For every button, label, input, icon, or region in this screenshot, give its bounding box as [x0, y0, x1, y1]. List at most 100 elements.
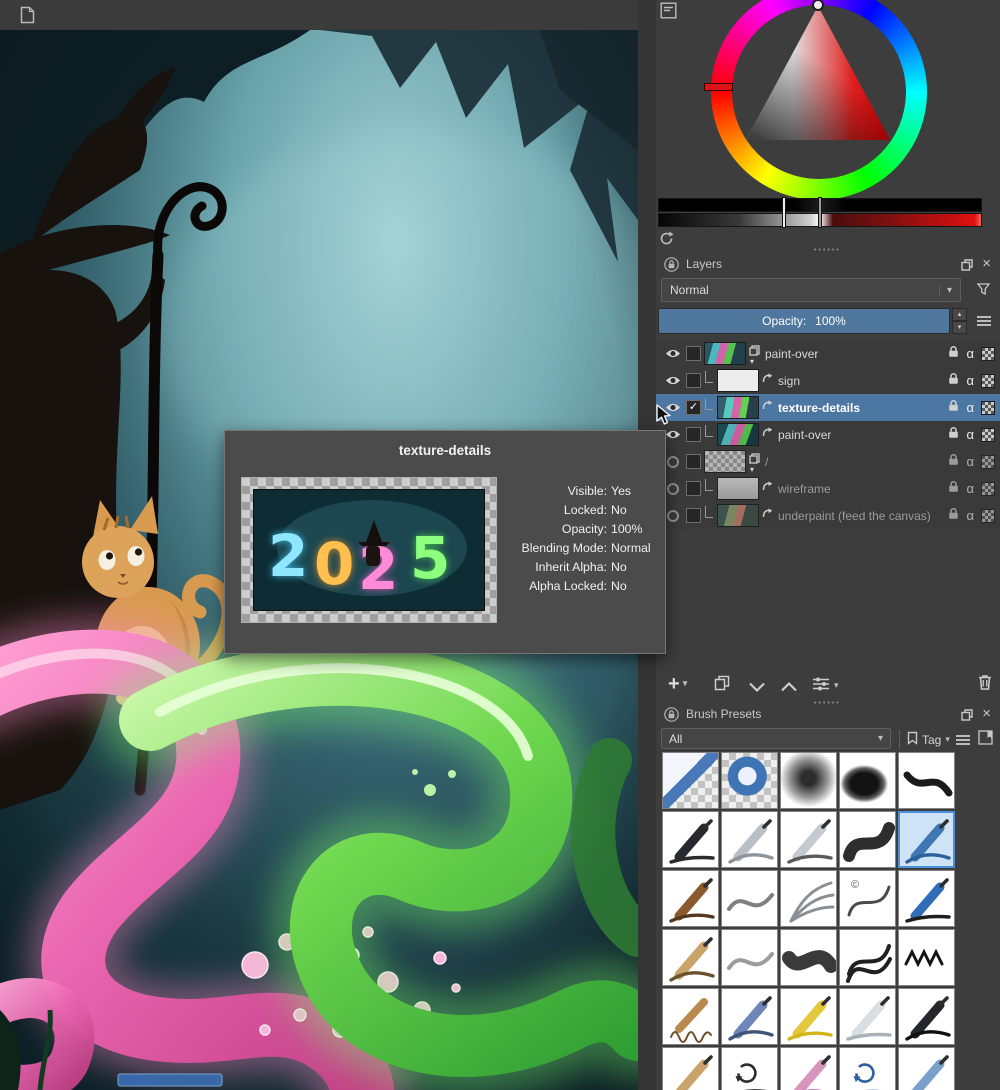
- lock-icon[interactable]: [948, 426, 959, 444]
- brush-preset-tile[interactable]: [721, 811, 778, 868]
- inherit-alpha-icon[interactable]: [981, 482, 995, 496]
- brush-preset-tile[interactable]: [898, 988, 955, 1045]
- brush-preset-tile[interactable]: [898, 1047, 955, 1090]
- brush-preset-tile[interactable]: [839, 988, 896, 1045]
- preset-view-icon[interactable]: [978, 730, 993, 750]
- layer-row[interactable]: underpaint (feed the canvas) α: [656, 502, 1000, 529]
- spin-down-icon[interactable]: ▾: [952, 321, 967, 334]
- close-docker-icon[interactable]: ×: [982, 255, 991, 272]
- brush-preset-tile[interactable]: [662, 1047, 719, 1090]
- lock-icon[interactable]: [948, 399, 959, 417]
- visibility-eye-icon[interactable]: [664, 375, 682, 386]
- alpha-icon[interactable]: α: [966, 481, 974, 496]
- layer-row[interactable]: ▾ paint-over α: [656, 340, 1000, 367]
- brush-preset-tile[interactable]: [721, 1047, 778, 1090]
- opacity-slider[interactable]: Opacity: 100%: [658, 308, 950, 334]
- brush-preset-tile[interactable]: [780, 870, 837, 927]
- lock-icon[interactable]: [948, 345, 959, 363]
- brush-preset-tile[interactable]: [662, 752, 719, 809]
- layer-checkbox[interactable]: ✓: [686, 400, 701, 415]
- brush-preset-tile[interactable]: [662, 870, 719, 927]
- layer-checkbox[interactable]: [686, 427, 701, 442]
- layer-thumbnail[interactable]: [717, 477, 759, 500]
- layer-thumbnail[interactable]: [704, 450, 746, 473]
- brush-preset-tile[interactable]: [839, 811, 896, 868]
- layer-thumbnail[interactable]: [717, 369, 759, 392]
- docker-lock-icon[interactable]: [664, 257, 679, 277]
- brush-preset-tile[interactable]: [780, 988, 837, 1045]
- close-docker-icon[interactable]: ×: [982, 705, 991, 722]
- layer-checkbox[interactable]: [686, 454, 701, 469]
- tag-button[interactable]: Tag ▾: [899, 730, 950, 749]
- brush-preset-tile[interactable]: [780, 752, 837, 809]
- inherit-alpha-icon[interactable]: [981, 455, 995, 469]
- layer-thumbnail[interactable]: [717, 396, 759, 419]
- lock-icon[interactable]: [948, 507, 959, 525]
- lock-icon[interactable]: [948, 372, 959, 390]
- brush-preset-tile[interactable]: [898, 752, 955, 809]
- brush-preset-tile[interactable]: [780, 929, 837, 986]
- duplicate-layer-button[interactable]: [714, 675, 730, 696]
- splitter-handle[interactable]: ••••••: [814, 247, 841, 252]
- inherit-alpha-icon[interactable]: [981, 428, 995, 442]
- opacity-spinner[interactable]: ▴ ▾: [952, 308, 967, 334]
- brush-docker-header[interactable]: Brush Presets ×: [656, 703, 1000, 726]
- brush-preset-tile[interactable]: [898, 811, 955, 868]
- alpha-icon[interactable]: α: [966, 508, 974, 523]
- layer-row[interactable]: wireframe α: [656, 475, 1000, 502]
- docker-lock-icon[interactable]: [664, 707, 679, 727]
- layer-row[interactable]: sign α: [656, 367, 1000, 394]
- spin-up-icon[interactable]: ▴: [952, 308, 967, 321]
- layer-row[interactable]: ✓ texture-details α: [656, 394, 1000, 421]
- brush-preset-tile[interactable]: [780, 811, 837, 868]
- add-layer-button[interactable]: +▾: [668, 673, 687, 694]
- inherit-alpha-icon[interactable]: [981, 347, 995, 361]
- visibility-eye-icon[interactable]: [664, 510, 682, 522]
- hue-wheel[interactable]: [711, 0, 927, 200]
- alpha-icon[interactable]: α: [966, 373, 974, 388]
- brush-preset-tile[interactable]: [662, 811, 719, 868]
- inherit-alpha-icon[interactable]: [981, 374, 995, 388]
- layer-checkbox[interactable]: [686, 508, 701, 523]
- layer-properties-button[interactable]: [812, 677, 830, 696]
- brush-preset-tile[interactable]: [839, 752, 896, 809]
- brush-menu-icon[interactable]: [955, 733, 971, 751]
- float-docker-icon[interactable]: [961, 708, 973, 726]
- layer-checkbox[interactable]: [686, 481, 701, 496]
- lock-icon[interactable]: [948, 480, 959, 498]
- brush-preset-tile[interactable]: [721, 752, 778, 809]
- docker-menu-icon[interactable]: [976, 314, 992, 332]
- refresh-icon[interactable]: [659, 231, 674, 251]
- brush-preset-tile[interactable]: [662, 988, 719, 1045]
- brush-preset-tile[interactable]: [721, 988, 778, 1045]
- layer-checkbox[interactable]: [686, 346, 701, 361]
- layer-row[interactable]: paint-over α: [656, 421, 1000, 448]
- brush-preset-tile[interactable]: [721, 870, 778, 927]
- inherit-alpha-icon[interactable]: [981, 401, 995, 415]
- filter-icon[interactable]: [976, 281, 993, 303]
- brush-preset-tile[interactable]: [839, 1047, 896, 1090]
- alpha-icon[interactable]: α: [966, 346, 974, 361]
- alpha-icon[interactable]: α: [966, 400, 974, 415]
- move-layer-down-button[interactable]: [748, 679, 766, 697]
- visibility-eye-icon[interactable]: [664, 483, 682, 495]
- layer-checkbox[interactable]: [686, 373, 701, 388]
- brush-preset-tile[interactable]: ©: [839, 870, 896, 927]
- visibility-eye-icon[interactable]: [664, 348, 682, 359]
- brush-preset-tile[interactable]: [898, 870, 955, 927]
- inherit-alpha-icon[interactable]: [981, 509, 995, 523]
- layers-docker-header[interactable]: Layers ×: [656, 253, 1000, 276]
- brush-preset-tile[interactable]: [898, 929, 955, 986]
- layer-row[interactable]: ▾ / α: [656, 448, 1000, 475]
- visibility-eye-icon[interactable]: [664, 456, 682, 468]
- blend-mode-select[interactable]: Normal ▾: [661, 278, 961, 302]
- float-docker-icon[interactable]: [961, 258, 973, 276]
- brush-preset-tile[interactable]: [721, 929, 778, 986]
- lock-icon[interactable]: [948, 453, 959, 471]
- color-selector-settings-icon[interactable]: [660, 2, 677, 24]
- alpha-icon[interactable]: α: [966, 427, 974, 442]
- layer-thumbnail[interactable]: [717, 423, 759, 446]
- brush-tag-filter-select[interactable]: All ▾: [661, 728, 891, 749]
- layer-thumbnail[interactable]: [717, 504, 759, 527]
- brush-preset-tile[interactable]: [780, 1047, 837, 1090]
